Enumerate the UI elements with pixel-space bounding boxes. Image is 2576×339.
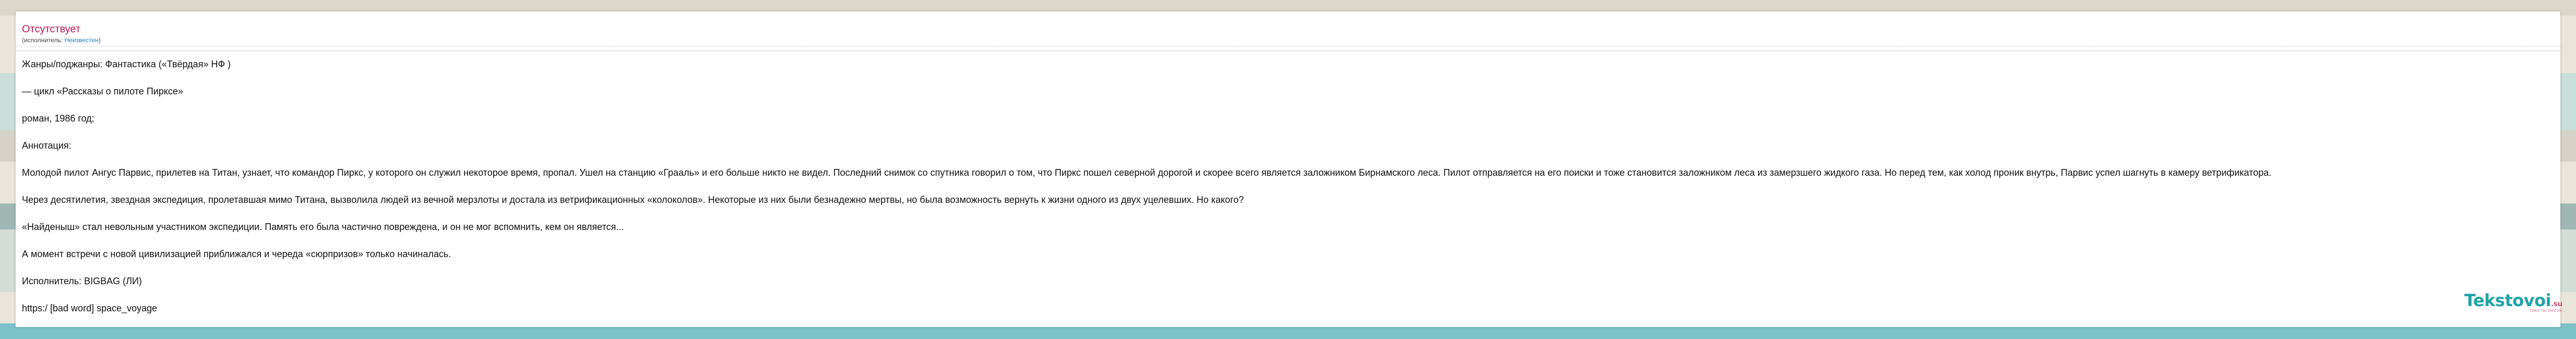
site-logo[interactable]: Tekstovoi.su тексты песен — [2464, 290, 2562, 313]
entry-header: Отсутствует (исполнитель: Неизвестен) — [16, 11, 2560, 44]
performer-line: (исполнитель: Неизвестен) — [22, 37, 2560, 44]
entry-body: Жанры/поджанры: Фантастика («Твёрдая» НФ… — [16, 57, 2560, 315]
year-line: роман, 1986 год; — [22, 113, 94, 124]
performer-credit: Исполнитель: BIGBAG (ЛИ) — [22, 276, 142, 286]
annotation-paragraph: «Найденыш» стал невольным участником экс… — [22, 222, 624, 232]
series-line: — цикл «Рассказы о пилоте Пирксе» — [22, 86, 183, 96]
logo-name: Tekstovoi — [2464, 290, 2551, 310]
logo-tld: .su — [2551, 300, 2562, 308]
annotation-paragraph: А момент встречи с новой цивилизацией пр… — [22, 249, 451, 259]
performer-label: (исполнитель: — [22, 37, 63, 44]
performer-close: ) — [98, 37, 101, 44]
source-link-text: https:/ [bad word] space_voyage — [22, 303, 158, 313]
status-title: Отсутствует — [22, 23, 81, 35]
performer-link[interactable]: Неизвестен — [65, 37, 99, 44]
annotation-heading: Аннотация: — [22, 140, 71, 151]
content-panel: Отсутствует (исполнитель: Неизвестен) Жа… — [16, 11, 2562, 327]
annotation-paragraph: Через десятилетия, звездная экспедиция, … — [22, 195, 1244, 205]
annotation-paragraph: Молодой пилот Ангус Парвис, прилетев на … — [22, 167, 2272, 178]
genre-line: Жанры/поджанры: Фантастика («Твёрдая» НФ… — [22, 59, 231, 69]
